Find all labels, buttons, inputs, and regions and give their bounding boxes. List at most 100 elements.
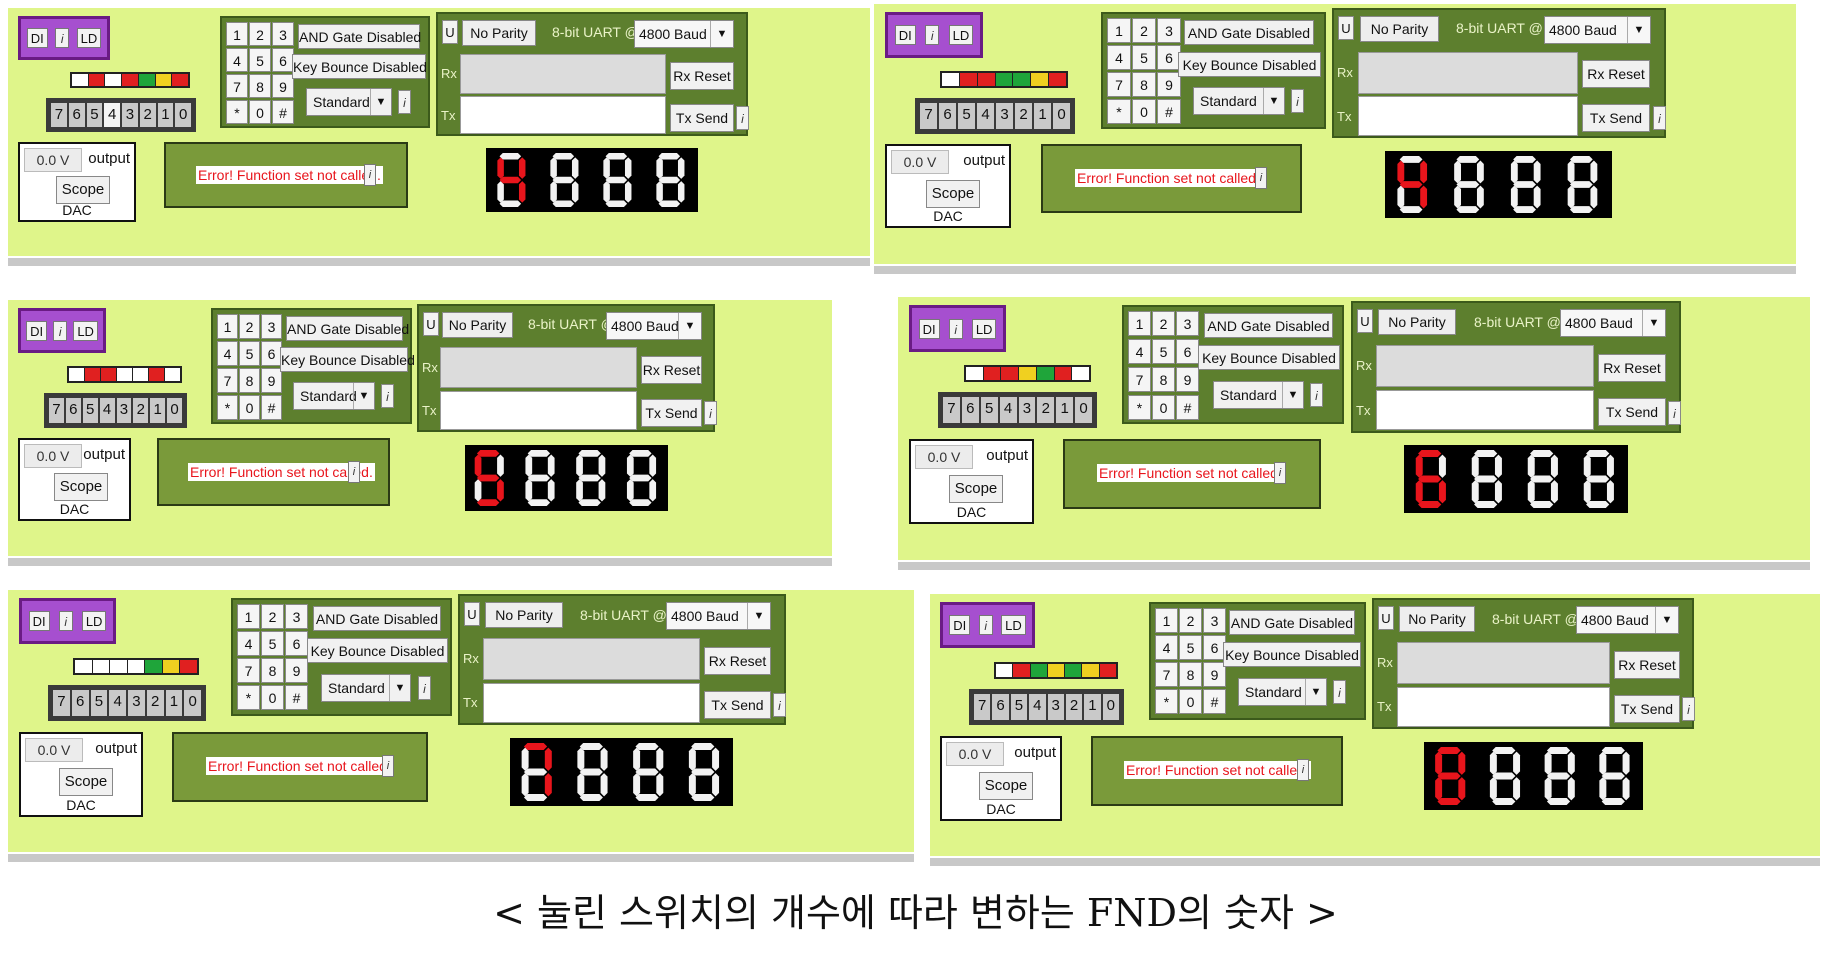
keypad-key[interactable]: 4 xyxy=(1155,635,1178,660)
keypad-key[interactable]: 7 xyxy=(226,74,248,98)
baud-select[interactable]: 4800 Baud ▼ xyxy=(1576,606,1679,634)
keypad-key[interactable]: 2 xyxy=(1179,608,1202,633)
key-bounce-button[interactable]: Key Bounce Disabled xyxy=(280,347,415,372)
keypad-key[interactable]: # xyxy=(285,685,308,710)
di-button[interactable]: DI xyxy=(28,611,50,631)
info-icon[interactable]: i xyxy=(1274,462,1286,484)
keypad-key[interactable]: 2 xyxy=(249,22,271,46)
info-icon[interactable]: i xyxy=(58,611,73,631)
keypad-key[interactable]: 3 xyxy=(1176,311,1199,336)
parity-button[interactable]: No Parity xyxy=(1399,606,1475,632)
keypad-key[interactable]: 4 xyxy=(237,631,260,656)
keypad-key[interactable]: * xyxy=(1155,689,1178,714)
uart-u-button[interactable]: U xyxy=(423,312,439,336)
keypad-key[interactable]: 0 xyxy=(261,685,284,710)
keypad-key[interactable]: 5 xyxy=(239,341,260,366)
rx-reset-button[interactable]: Rx Reset xyxy=(1614,651,1680,679)
rx-reset-button[interactable]: Rx Reset xyxy=(1582,60,1650,88)
keypad-key[interactable]: * xyxy=(1128,395,1151,420)
keypad-key[interactable]: 1 xyxy=(237,604,260,629)
keypad-key[interactable]: # xyxy=(261,395,282,420)
keypad-key[interactable]: 7 xyxy=(1155,662,1178,687)
keypad-key[interactable]: 7 xyxy=(1107,72,1131,97)
tx-input[interactable] xyxy=(460,96,666,134)
uart-u-button[interactable]: U xyxy=(464,602,480,626)
keypad-key[interactable]: 1 xyxy=(226,22,248,46)
keypad-key[interactable]: 7 xyxy=(217,368,238,393)
keypad-key[interactable]: 9 xyxy=(285,658,308,683)
keypad-key[interactable]: 3 xyxy=(285,604,308,629)
ld-button[interactable]: LD xyxy=(971,318,997,339)
and-gate-button[interactable]: AND Gate Disabled xyxy=(1229,610,1355,635)
di-button[interactable]: DI xyxy=(26,320,48,341)
keypad-key[interactable]: 5 xyxy=(1132,45,1156,70)
rx-reset-button[interactable]: Rx Reset xyxy=(670,62,734,90)
uart-u-button[interactable]: U xyxy=(1378,606,1394,630)
tx-send-button[interactable]: Tx Send xyxy=(704,691,771,719)
ld-button[interactable]: LD xyxy=(76,28,102,48)
tx-send-button[interactable]: Tx Send xyxy=(1614,695,1680,723)
tx-input[interactable] xyxy=(1376,390,1594,430)
uart-u-button[interactable]: U xyxy=(1357,309,1373,333)
keypad-key[interactable]: 4 xyxy=(1107,45,1131,70)
info-icon[interactable]: i xyxy=(382,755,394,777)
key-bounce-button[interactable]: Key Bounce Disabled xyxy=(1198,345,1340,370)
keypad-key[interactable]: * xyxy=(237,685,260,710)
ld-button[interactable]: LD xyxy=(1001,615,1026,635)
mode-select[interactable]: Standard ▼ xyxy=(1213,381,1304,409)
info-icon[interactable]: i xyxy=(53,320,68,341)
tx-send-button[interactable]: Tx Send xyxy=(641,399,702,427)
parity-button[interactable]: No Parity xyxy=(442,312,513,338)
keypad-key[interactable]: 4 xyxy=(226,48,248,72)
keypad-key[interactable]: 2 xyxy=(1132,18,1156,43)
baud-select[interactable]: 4800 Baud ▼ xyxy=(634,20,734,48)
and-gate-button[interactable]: AND Gate Disabled xyxy=(286,316,409,341)
keypad-key[interactable]: # xyxy=(272,100,294,124)
tx-input[interactable] xyxy=(1358,96,1578,136)
info-icon[interactable]: i xyxy=(1297,759,1309,781)
tx-send-button[interactable]: Tx Send xyxy=(1598,398,1666,426)
keypad-key[interactable]: 3 xyxy=(1203,608,1226,633)
keypad-key[interactable]: 8 xyxy=(1179,662,1202,687)
keypad-key[interactable]: 8 xyxy=(1152,367,1175,392)
and-gate-button[interactable]: AND Gate Disabled xyxy=(1204,313,1333,338)
keypad-key[interactable]: 1 xyxy=(1155,608,1178,633)
parity-button[interactable]: No Parity xyxy=(1360,16,1439,42)
scope-button[interactable]: Scope xyxy=(949,475,1003,503)
keypad-key[interactable]: 5 xyxy=(1179,635,1202,660)
ld-button[interactable]: LD xyxy=(73,320,98,341)
keypad-key[interactable]: 3 xyxy=(272,22,294,46)
keypad-key[interactable]: 6 xyxy=(1176,339,1199,364)
mode-select[interactable]: Standard ▼ xyxy=(293,382,375,410)
info-icon[interactable]: i xyxy=(1682,697,1695,721)
di-button[interactable]: DI xyxy=(26,28,48,48)
mode-select[interactable]: Standard ▼ xyxy=(321,674,411,702)
tx-input[interactable] xyxy=(440,391,637,430)
uart-u-button[interactable]: U xyxy=(442,20,458,44)
keypad-key[interactable]: 8 xyxy=(261,658,284,683)
info-icon[interactable]: i xyxy=(1310,383,1323,407)
keypad-key[interactable]: 4 xyxy=(1128,339,1151,364)
tx-input[interactable] xyxy=(1397,687,1610,727)
keypad-key[interactable]: 4 xyxy=(217,341,238,366)
keypad-key[interactable]: * xyxy=(226,100,248,124)
info-icon[interactable]: i xyxy=(948,318,963,339)
and-gate-button[interactable]: AND Gate Disabled xyxy=(313,606,441,631)
keypad-key[interactable]: 2 xyxy=(239,314,260,339)
keypad-key[interactable]: 0 xyxy=(239,395,260,420)
keypad-key[interactable]: 0 xyxy=(1132,99,1156,124)
keypad-key[interactable]: 1 xyxy=(217,314,238,339)
info-icon[interactable]: i xyxy=(55,28,70,48)
keypad-key[interactable]: # xyxy=(1157,99,1181,124)
scope-button[interactable]: Scope xyxy=(926,180,980,208)
info-icon[interactable]: i xyxy=(418,676,431,700)
info-icon[interactable]: i xyxy=(1333,680,1346,704)
and-gate-button[interactable]: AND Gate Disabled xyxy=(1184,20,1314,45)
parity-button[interactable]: No Parity xyxy=(1378,309,1456,335)
keypad-key[interactable]: 8 xyxy=(239,368,260,393)
info-icon[interactable]: i xyxy=(736,106,749,130)
baud-select[interactable]: 4800 Baud ▼ xyxy=(666,602,771,630)
keypad-key[interactable]: 5 xyxy=(249,48,271,72)
keypad-key[interactable]: 3 xyxy=(261,314,282,339)
info-icon[interactable]: i xyxy=(978,615,993,635)
